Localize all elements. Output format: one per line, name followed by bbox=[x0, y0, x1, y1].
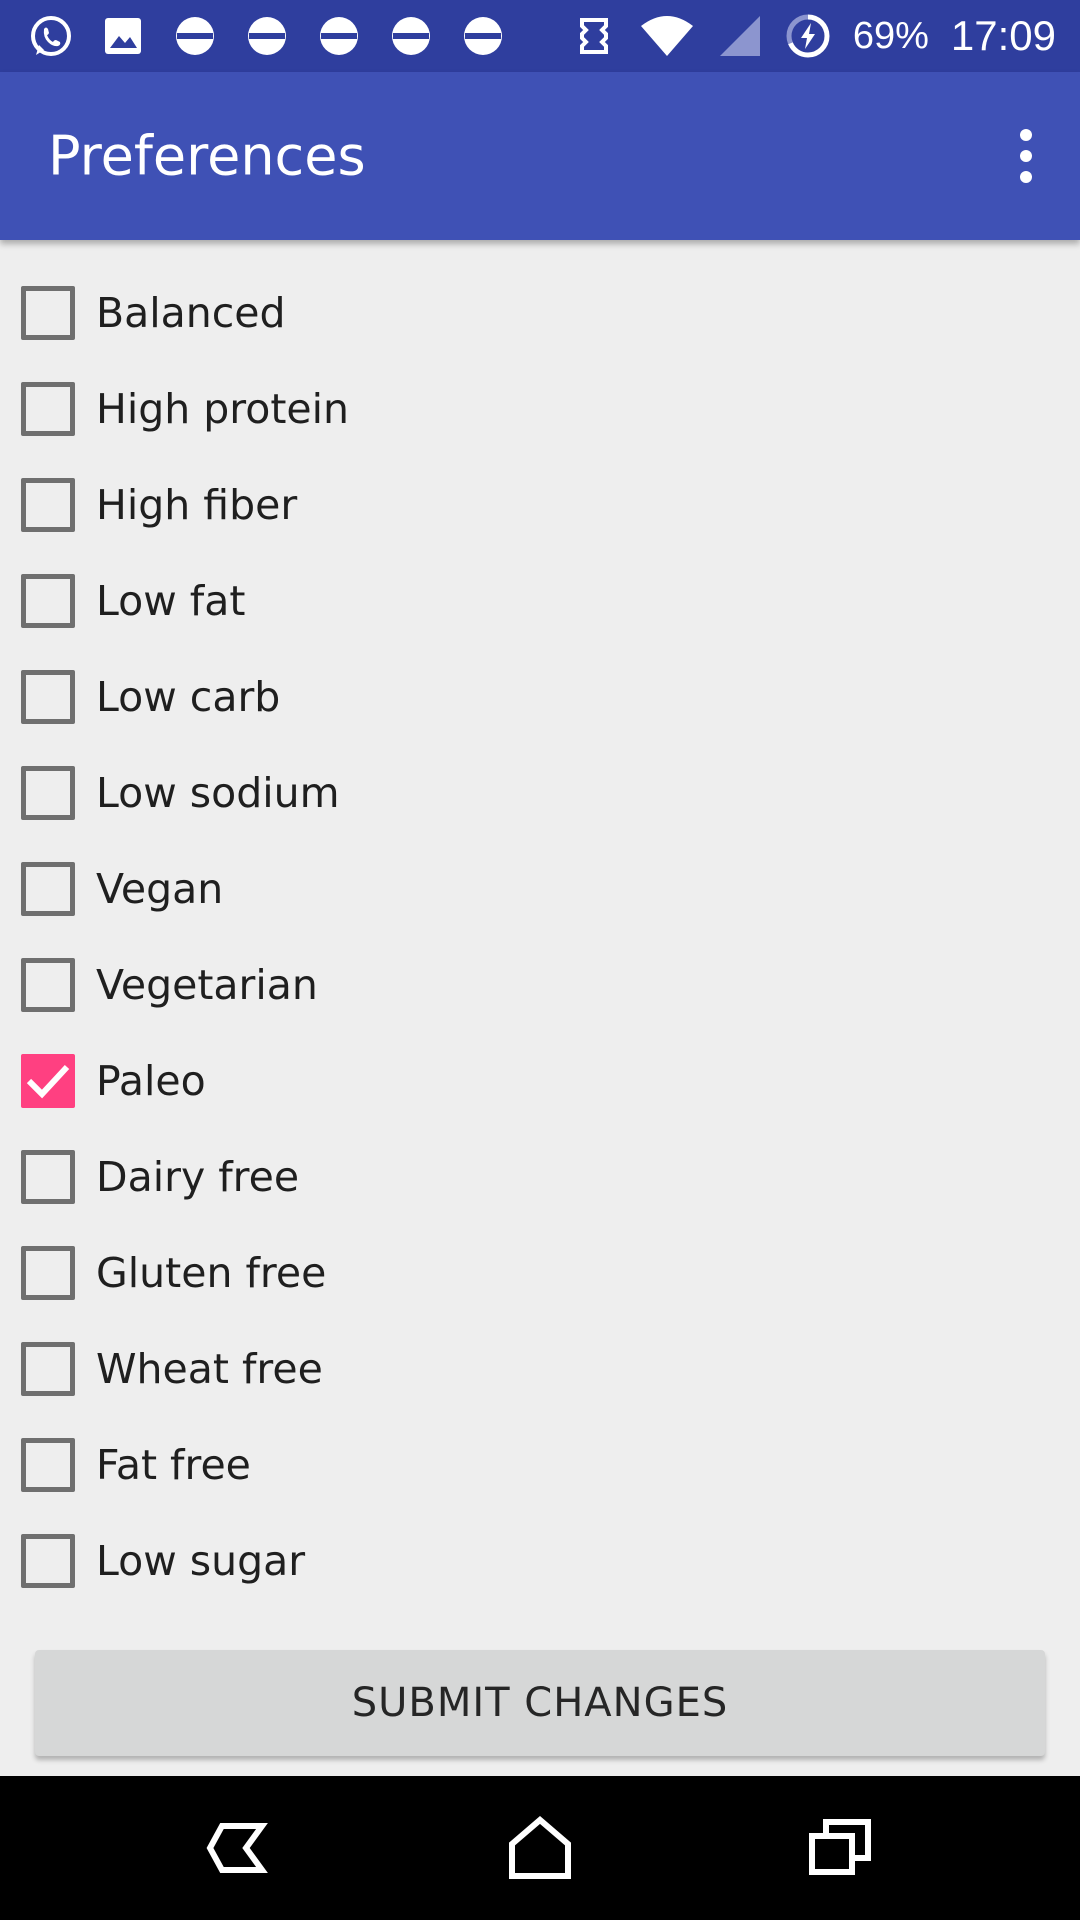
check-icon bbox=[26, 1064, 70, 1099]
image-icon bbox=[100, 13, 146, 59]
notification-dot-icon bbox=[316, 13, 362, 59]
preference-item-low-carb[interactable]: Low carb bbox=[0, 649, 1080, 745]
notification-dot-icon bbox=[244, 13, 290, 59]
preferences-list: Balanced High protein High fiber Low fat… bbox=[0, 265, 1080, 1609]
preference-item-paleo[interactable]: Paleo bbox=[0, 1033, 1080, 1129]
preference-label: Low sugar bbox=[96, 1537, 306, 1585]
preference-label: Wheat free bbox=[96, 1345, 323, 1393]
preference-item-balanced[interactable]: Balanced bbox=[0, 265, 1080, 361]
submit-button-label: SUBMIT CHANGES bbox=[351, 1680, 729, 1726]
preference-label: Dairy free bbox=[96, 1153, 300, 1201]
preference-item-low-sugar[interactable]: Low sugar bbox=[0, 1513, 1080, 1609]
vibrate-icon bbox=[571, 13, 617, 59]
preference-label: Vegetarian bbox=[96, 961, 318, 1009]
battery-charging-icon bbox=[785, 13, 831, 59]
preference-item-high-protein[interactable]: High protein bbox=[0, 361, 1080, 457]
preference-label: High protein bbox=[96, 385, 350, 433]
checkbox[interactable] bbox=[21, 478, 75, 532]
preference-item-gluten-free[interactable]: Gluten free bbox=[0, 1225, 1080, 1321]
checkbox[interactable] bbox=[21, 958, 75, 1012]
preference-label: Gluten free bbox=[96, 1249, 327, 1297]
preference-item-fat-free[interactable]: Fat free bbox=[0, 1417, 1080, 1513]
recents-icon[interactable] bbox=[804, 1812, 876, 1884]
checkbox-checked[interactable] bbox=[21, 1054, 75, 1108]
checkbox[interactable] bbox=[21, 1246, 75, 1300]
checkbox[interactable] bbox=[21, 1342, 75, 1396]
back-icon[interactable] bbox=[204, 1812, 276, 1884]
preference-label: Low fat bbox=[96, 577, 246, 625]
more-options-button[interactable] bbox=[1002, 116, 1050, 196]
preference-label: Paleo bbox=[96, 1057, 206, 1105]
preference-item-low-sodium[interactable]: Low sodium bbox=[0, 745, 1080, 841]
app-bar: Preferences bbox=[0, 72, 1080, 240]
checkbox[interactable] bbox=[21, 670, 75, 724]
preference-label: High fiber bbox=[96, 481, 298, 529]
submit-changes-button[interactable]: SUBMIT CHANGES bbox=[35, 1650, 1045, 1756]
checkbox[interactable] bbox=[21, 286, 75, 340]
home-icon[interactable] bbox=[504, 1812, 576, 1884]
checkbox[interactable] bbox=[21, 1150, 75, 1204]
preference-label: Low sodium bbox=[96, 769, 340, 817]
preference-item-low-fat[interactable]: Low fat bbox=[0, 553, 1080, 649]
preference-label: Vegan bbox=[96, 865, 224, 913]
preference-label: Balanced bbox=[96, 289, 286, 337]
notification-dot-icon bbox=[172, 13, 218, 59]
preference-item-wheat-free[interactable]: Wheat free bbox=[0, 1321, 1080, 1417]
navigation-bar bbox=[0, 1776, 1080, 1920]
preference-label: Fat free bbox=[96, 1441, 251, 1489]
more-vert-icon bbox=[1020, 129, 1032, 141]
checkbox[interactable] bbox=[21, 382, 75, 436]
preference-item-high-fiber[interactable]: High fiber bbox=[0, 457, 1080, 553]
whatsapp-icon bbox=[28, 13, 74, 59]
notification-dot-icon bbox=[460, 13, 506, 59]
preference-label: Low carb bbox=[96, 673, 281, 721]
preference-item-dairy-free[interactable]: Dairy free bbox=[0, 1129, 1080, 1225]
preference-item-vegetarian[interactable]: Vegetarian bbox=[0, 937, 1080, 1033]
preference-item-vegan[interactable]: Vegan bbox=[0, 841, 1080, 937]
page-title: Preferences bbox=[48, 124, 366, 188]
checkbox[interactable] bbox=[21, 574, 75, 628]
checkbox[interactable] bbox=[21, 862, 75, 916]
checkbox[interactable] bbox=[21, 766, 75, 820]
checkbox[interactable] bbox=[21, 1534, 75, 1588]
clock: 17:09 bbox=[950, 12, 1056, 59]
checkbox[interactable] bbox=[21, 1438, 75, 1492]
battery-percent: 69% bbox=[852, 14, 929, 57]
notification-dot-icon bbox=[388, 13, 434, 59]
signal-icon bbox=[717, 13, 763, 59]
status-bar: 69% 17:09 bbox=[0, 0, 1080, 72]
wifi-icon bbox=[639, 13, 695, 59]
